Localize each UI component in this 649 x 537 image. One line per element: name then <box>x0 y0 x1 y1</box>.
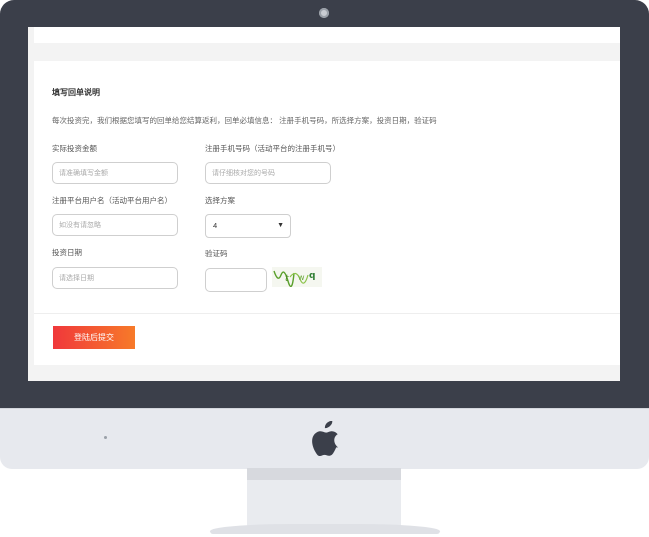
amount-label: 实际投资金额 <box>52 144 97 153</box>
camera-icon <box>319 8 329 18</box>
section-title: 填写回单说明 <box>52 88 100 97</box>
svg-text:q: q <box>309 271 315 281</box>
amount-input[interactable] <box>52 162 178 184</box>
plan-label: 选择方案 <box>205 196 235 205</box>
captcha-label: 验证码 <box>205 249 228 258</box>
imac-stand-shadow <box>247 468 401 480</box>
screen: 填写回单说明 每次投资完，我们根据您填写的回单给您结算返利，回单必填信息： 注册… <box>28 27 620 381</box>
top-panel <box>34 27 620 43</box>
imac-stand-base <box>210 524 440 534</box>
svg-text:t: t <box>285 274 289 284</box>
phone-input[interactable] <box>205 162 331 184</box>
imac-chin <box>0 408 649 469</box>
plan-selected-value: 4 <box>213 221 218 230</box>
form-panel: 填写回单说明 每次投资完，我们根据您填写的回单给您结算返利，回单必填信息： 注册… <box>34 61 620 365</box>
imac-bezel: 填写回单说明 每次投资完，我们根据您填写的回单给您结算返利，回单必填信息： 注册… <box>0 0 649 410</box>
chevron-down-icon: ▼ <box>277 222 284 229</box>
captcha-image[interactable]: t w q <box>272 267 322 287</box>
date-label: 投资日期 <box>52 248 82 257</box>
captcha-input[interactable] <box>205 268 267 292</box>
divider <box>34 313 620 314</box>
date-input[interactable] <box>52 267 178 289</box>
chin-dot <box>104 436 107 439</box>
phone-label: 注册手机号码（活动平台的注册手机号） <box>205 144 340 153</box>
form-description: 每次投资完，我们根据您填写的回单给您结算返利，回单必填信息： 注册手机号码，所选… <box>52 116 437 125</box>
username-label: 注册平台用户名（活动平台用户名） <box>52 196 172 205</box>
apple-logo-icon <box>312 421 339 457</box>
svg-text:w: w <box>298 273 305 282</box>
submit-button[interactable]: 登陆后提交 <box>53 326 135 349</box>
plan-select[interactable]: 4 ▼ <box>205 214 291 238</box>
username-input[interactable] <box>52 214 178 236</box>
